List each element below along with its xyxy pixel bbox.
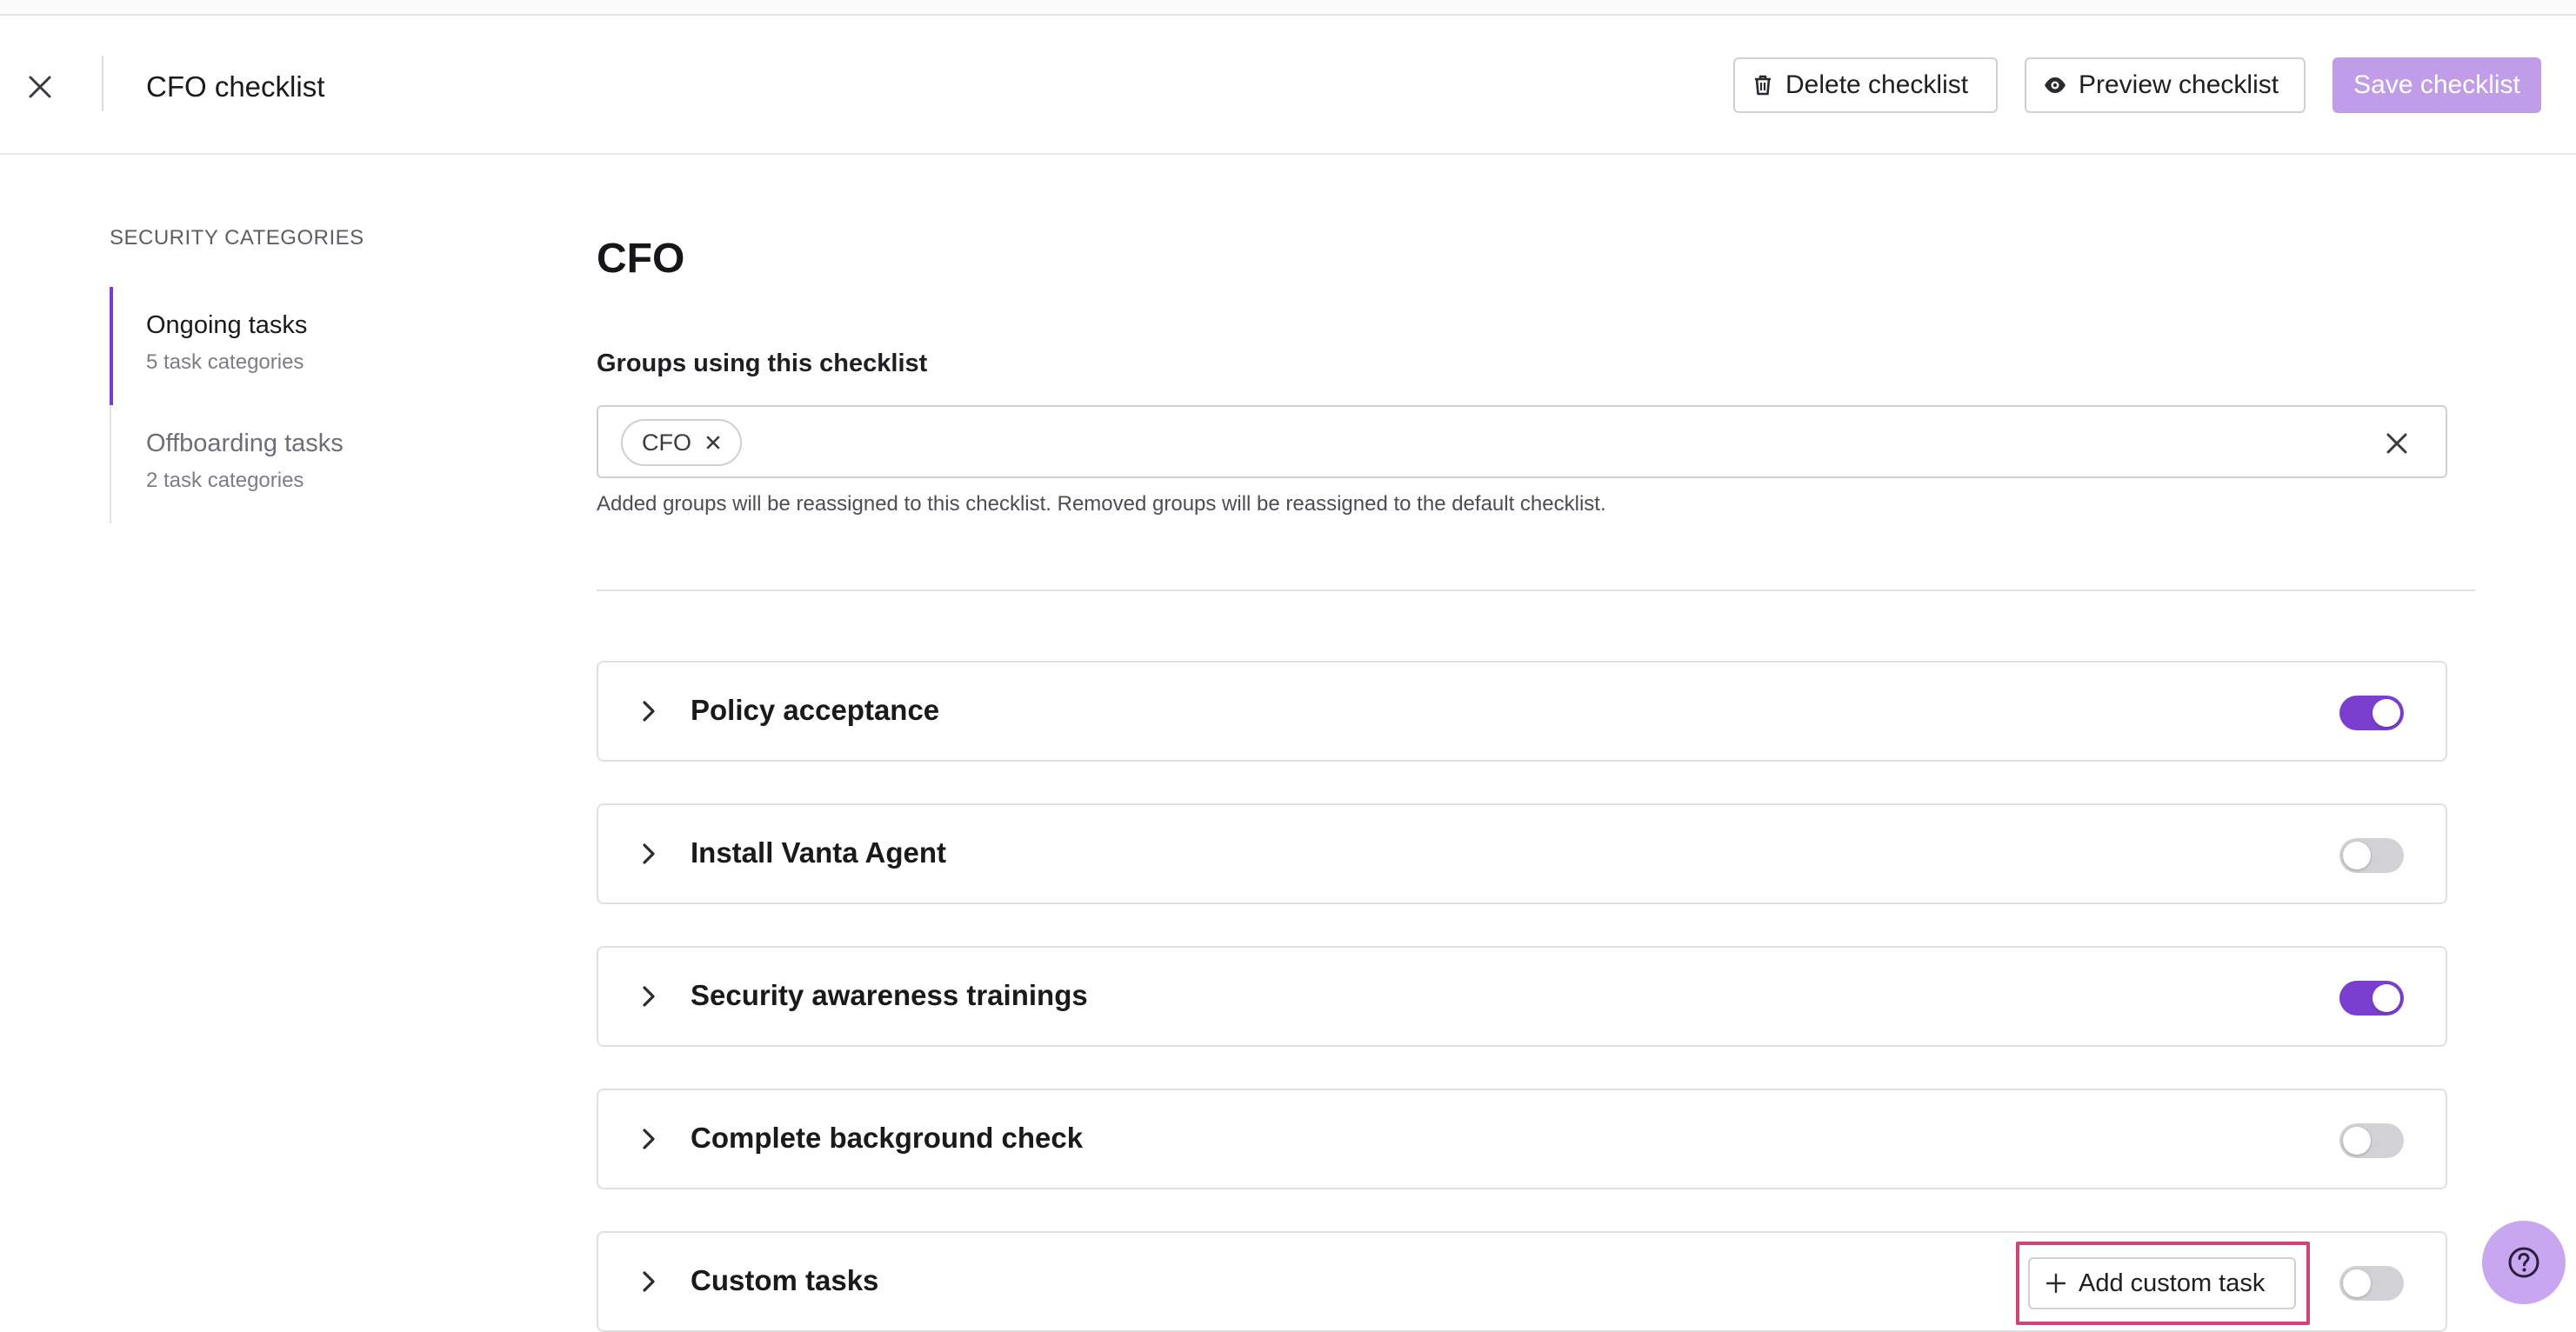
category-label: Policy acceptance [691, 694, 940, 726]
sidebar-heading: SECURITY CATEGORIES [110, 226, 364, 250]
category-label: Custom tasks [691, 1264, 879, 1296]
category-label: Install Vanta Agent [691, 836, 947, 869]
toggle-knob [2372, 984, 2400, 1012]
groups-helper-text: Added groups will be reassigned to this … [597, 492, 1606, 516]
groups-label: Groups using this checklist [597, 350, 928, 377]
category-toggle[interactable] [2339, 1266, 2404, 1301]
checklist-title: CFO checklist [146, 70, 325, 103]
help-button[interactable] [2482, 1221, 2566, 1304]
add-custom-task-button[interactable]: Add custom task [2028, 1257, 2296, 1309]
chevron-right-icon[interactable] [633, 838, 664, 869]
trash-icon [1755, 75, 1771, 96]
help-icon [2508, 1247, 2539, 1278]
sidebar: SECURITY CATEGORIES Ongoing tasks 5 task… [110, 226, 457, 523]
toggle-knob [2343, 1269, 2371, 1297]
category-policy-acceptance: Policy acceptance [597, 661, 2447, 762]
page-title: CFO [597, 236, 685, 282]
category-install-vanta-agent: Install Vanta Agent [597, 803, 2447, 904]
sidebar-item-subtitle: 2 task categories [146, 469, 304, 492]
section-divider [597, 589, 2475, 591]
add-custom-task-label: Add custom task [2079, 1269, 2266, 1297]
category-label: Security awareness trainings [691, 979, 1088, 1011]
clear-groups-icon[interactable] [2379, 426, 2414, 461]
category-complete-background-check: Complete background check [597, 1089, 2447, 1189]
chevron-right-icon[interactable] [633, 981, 664, 1012]
close-icon [29, 76, 51, 98]
category-toggle[interactable] [2339, 838, 2404, 873]
chevron-right-icon[interactable] [633, 696, 664, 727]
sidebar-list: Ongoing tasks 5 task categories Offboard… [110, 287, 457, 523]
eye-icon [2045, 77, 2065, 93]
toggle-knob [2343, 1127, 2371, 1155]
header-bar: CFO checklist Delete checklist Preview c… [0, 16, 2576, 155]
sidebar-item-title: Offboarding tasks [146, 430, 344, 457]
category-security-awareness-trainings: Security awareness trainings [597, 946, 2447, 1047]
sidebar-item-subtitle: 5 task categories [146, 350, 304, 374]
category-custom-tasks: Custom tasks Add custom task [597, 1231, 2447, 1332]
close-button[interactable] [19, 66, 61, 108]
save-checklist-button[interactable]: Save checklist [2332, 57, 2541, 113]
group-chip: CFO [621, 419, 742, 466]
remove-chip-icon[interactable] [705, 435, 721, 450]
category-label: Complete background check [691, 1122, 1084, 1154]
header-divider [102, 56, 103, 111]
toggle-knob [2343, 842, 2371, 869]
main-content: CFO Groups using this checklist CFO Adde… [597, 235, 2475, 1332]
delete-checklist-button[interactable]: Delete checklist [1733, 57, 1998, 113]
chevron-right-icon[interactable] [633, 1123, 664, 1155]
groups-input[interactable]: CFO [597, 405, 2447, 478]
save-checklist-label: Save checklist [2353, 70, 2520, 99]
preview-checklist-button[interactable]: Preview checklist [2025, 57, 2306, 113]
sidebar-item-title: Ongoing tasks [146, 311, 308, 339]
group-chip-label: CFO [642, 429, 691, 456]
sidebar-item-offboarding-tasks[interactable]: Offboarding tasks 2 task categories [111, 405, 457, 523]
delete-checklist-label: Delete checklist [1785, 70, 1969, 99]
top-strip [0, 0, 2576, 16]
category-toggle[interactable] [2339, 981, 2404, 1016]
chevron-right-icon[interactable] [633, 1266, 664, 1297]
toggle-knob [2372, 699, 2400, 727]
preview-checklist-label: Preview checklist [2079, 70, 2279, 99]
plus-icon [2045, 1273, 2066, 1294]
category-toggle[interactable] [2339, 696, 2404, 730]
sidebar-item-ongoing-tasks[interactable]: Ongoing tasks 5 task categories [110, 287, 457, 405]
add-custom-task-highlight: Add custom task [2016, 1242, 2310, 1325]
category-toggle[interactable] [2339, 1123, 2404, 1158]
